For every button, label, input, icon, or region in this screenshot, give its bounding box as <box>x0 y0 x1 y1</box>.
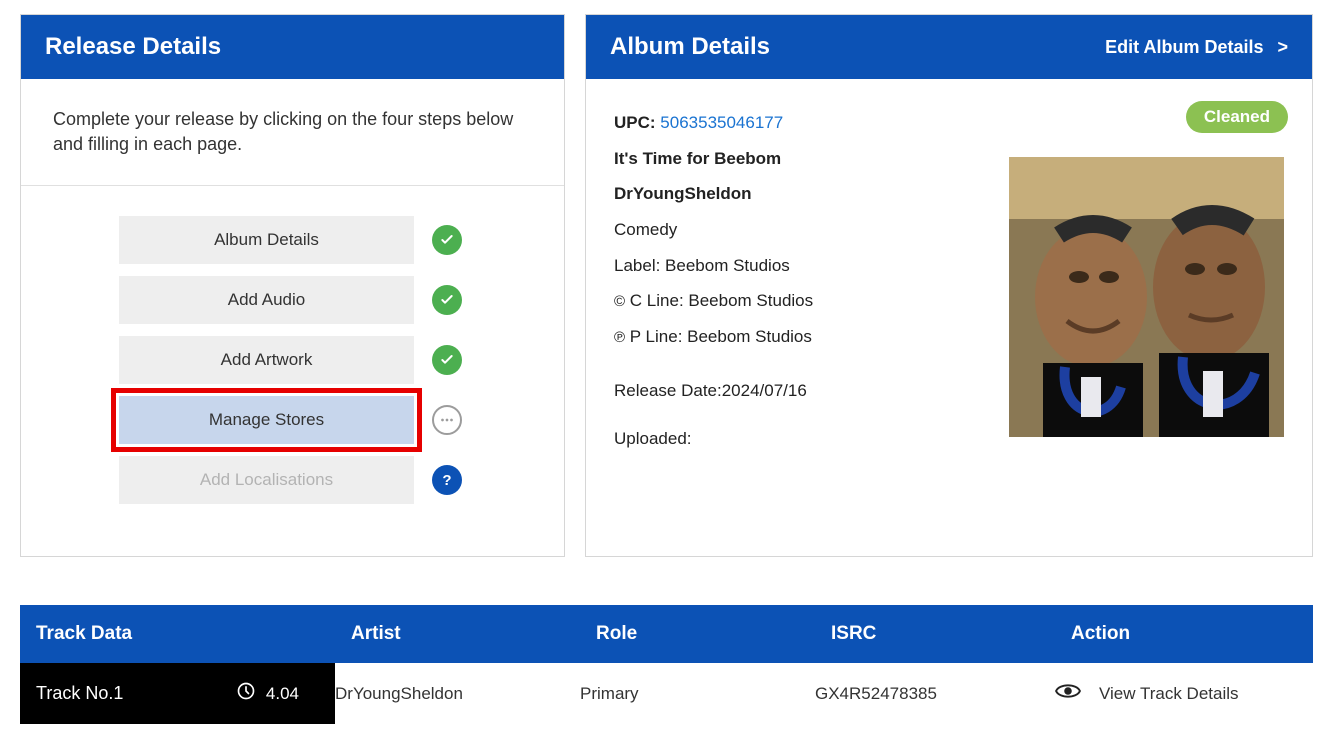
table-row: Track No.1 4.04 DrYoungSheldon Primary G… <box>20 663 1313 724</box>
check-icon <box>432 345 462 375</box>
release-description: Complete your release by clicking on the… <box>21 79 564 186</box>
release-details-panel: Release Details Complete your release by… <box>20 14 565 557</box>
album-panel-header: Album Details Edit Album Details > <box>586 15 1312 79</box>
track-table: Track Data Artist Role ISRC Action Track… <box>20 605 1313 724</box>
track-artist: DrYoungSheldon <box>335 666 580 722</box>
clock-icon <box>236 681 256 706</box>
col-header-artist: Artist <box>351 623 596 645</box>
album-title-value: It's Time for Beebom <box>614 141 985 177</box>
release-steps-list: Album Details Add Audio Add Artwork <box>21 186 564 556</box>
status-badge-cleaned: Cleaned <box>1186 101 1288 133</box>
album-body: UPC: 5063535046177 It's Time for Beebom … <box>586 79 1312 476</box>
col-header-action: Action <box>1071 623 1297 645</box>
view-track-details-label: View Track Details <box>1099 684 1239 704</box>
upc-value[interactable]: 5063535046177 <box>660 113 783 132</box>
album-meta: UPC: 5063535046177 It's Time for Beebom … <box>614 105 985 450</box>
track-duration-wrap: 4.04 <box>236 681 319 706</box>
album-cover-wrap: Cleaned <box>1009 105 1284 450</box>
step-row-add-artwork: Add Artwork <box>61 336 524 384</box>
step-row-manage-stores: Manage Stores <box>61 396 524 444</box>
album-panel-title: Album Details <box>610 33 770 61</box>
copyright-icon: © <box>614 293 625 310</box>
album-uploaded: Uploaded: <box>614 427 985 451</box>
album-details-panel: Album Details Edit Album Details > UPC: … <box>585 14 1313 557</box>
step-album-details[interactable]: Album Details <box>119 216 414 264</box>
track-table-header: Track Data Artist Role ISRC Action <box>20 605 1313 663</box>
edit-album-details-link[interactable]: Edit Album Details > <box>1105 37 1288 58</box>
release-panel-header: Release Details <box>21 15 564 79</box>
check-icon <box>432 225 462 255</box>
album-c-line: © C Line: Beebom Studios <box>614 283 985 319</box>
view-track-details-button[interactable]: View Track Details <box>1055 682 1313 705</box>
release-panel-title: Release Details <box>45 33 221 61</box>
step-manage-stores[interactable]: Manage Stores <box>119 396 414 444</box>
col-header-isrc: ISRC <box>831 623 1071 645</box>
step-row-add-localisations: Add Localisations ? <box>61 456 524 504</box>
track-number: Track No.1 <box>36 683 214 704</box>
album-artist-value: DrYoungSheldon <box>614 176 985 212</box>
upc-label: UPC: <box>614 113 656 132</box>
step-add-audio[interactable]: Add Audio <box>119 276 414 324</box>
step-row-add-audio: Add Audio <box>61 276 524 324</box>
step-add-artwork[interactable]: Add Artwork <box>119 336 414 384</box>
chevron-right-icon: > <box>1277 37 1288 58</box>
album-genre: Comedy <box>614 212 985 248</box>
step-row-album-details: Album Details <box>61 216 524 264</box>
track-isrc: GX4R52478385 <box>815 666 1055 722</box>
album-p-line: ℗ P Line: Beebom Studios <box>614 319 985 355</box>
eye-icon <box>1055 682 1081 705</box>
phonogram-icon: ℗ <box>614 329 625 346</box>
step-add-localisations: Add Localisations <box>119 456 414 504</box>
col-header-role: Role <box>596 623 831 645</box>
col-header-track: Track Data <box>36 623 351 645</box>
album-artwork <box>1009 157 1284 437</box>
pending-icon <box>432 405 462 435</box>
track-data-cell: Track No.1 4.04 <box>20 663 335 724</box>
upc-line: UPC: 5063535046177 <box>614 105 985 141</box>
album-label-line: Label: Beebom Studios <box>614 248 985 284</box>
album-release-date: Release Date:2024/07/16 <box>614 379 985 403</box>
track-action-cell: View Track Details <box>1055 664 1313 723</box>
track-duration: 4.04 <box>266 684 299 704</box>
check-icon <box>432 285 462 315</box>
edit-album-label: Edit Album Details <box>1105 37 1263 58</box>
track-role: Primary <box>580 666 815 722</box>
help-icon[interactable]: ? <box>432 465 462 495</box>
